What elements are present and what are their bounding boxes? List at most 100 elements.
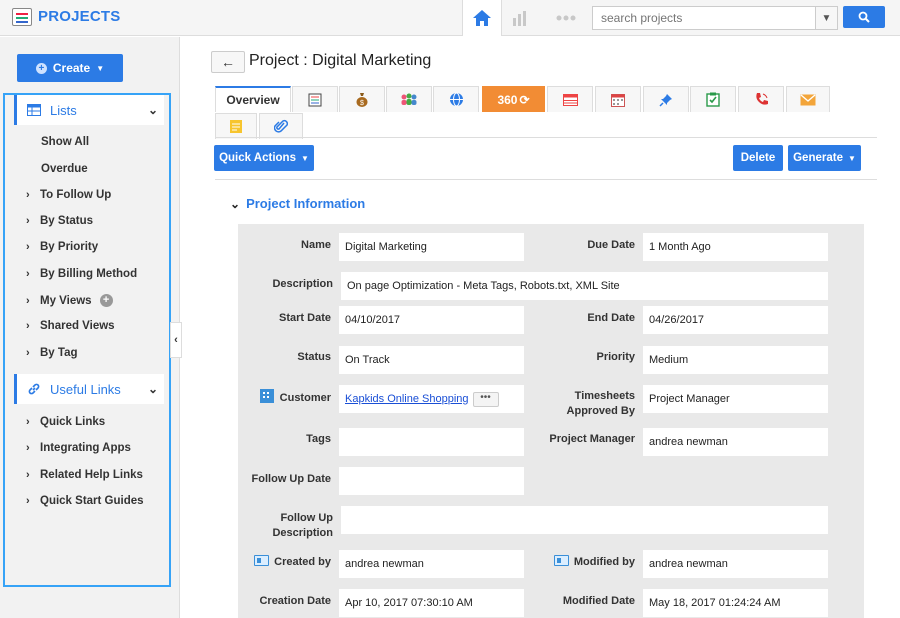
- chevron-down-icon: ⌄: [147, 103, 158, 117]
- list-item-label: Quick Start Guides: [40, 495, 144, 507]
- chevron-right-icon: ›: [26, 189, 30, 201]
- chevron-right-icon: ›: [26, 416, 30, 428]
- tab-people[interactable]: [386, 86, 432, 112]
- bar-chart-icon[interactable]: [512, 10, 530, 26]
- due-date-field[interactable]: 1 Month Ago: [643, 233, 828, 261]
- tab-list[interactable]: [292, 86, 338, 112]
- tab-overview[interactable]: Overview: [215, 86, 291, 112]
- chevron-right-icon: ›: [26, 347, 30, 359]
- list-item-label: By Tag: [40, 347, 78, 359]
- list-item-by-tag[interactable]: › By Tag: [26, 347, 78, 359]
- list-item-shared-views[interactable]: › Shared Views: [26, 320, 115, 332]
- status-label: Status: [297, 351, 331, 363]
- tab-attachment[interactable]: [259, 113, 303, 139]
- globe-icon: [449, 92, 463, 107]
- search-button[interactable]: [843, 6, 885, 28]
- list-item-show-all[interactable]: Show All: [41, 136, 89, 148]
- search-icon: [858, 11, 870, 23]
- list-item-my-views[interactable]: › My Views +: [26, 294, 113, 307]
- list-item-label: Show All: [41, 136, 90, 148]
- follow-up-desc-line1: Follow Up: [280, 512, 333, 524]
- tab-calendar[interactable]: [595, 86, 641, 112]
- delete-button[interactable]: Delete: [733, 145, 783, 171]
- timesheets-approved-label: Timesheets Approved By: [545, 389, 635, 419]
- section-title: Project Information: [246, 196, 366, 211]
- list-item-related-help-links[interactable]: › Related Help Links: [26, 469, 143, 481]
- list-item-overdue[interactable]: Overdue: [41, 163, 88, 175]
- modified-by-field[interactable]: andrea newman: [643, 550, 828, 578]
- list-item-by-billing-method[interactable]: › By Billing Method: [26, 268, 137, 280]
- list-item-label: By Priority: [40, 241, 99, 253]
- customer-label: Customer: [279, 392, 331, 404]
- project-manager-field[interactable]: andrea newman: [643, 428, 828, 456]
- tab-mail[interactable]: [786, 86, 830, 112]
- add-view-icon[interactable]: +: [99, 294, 113, 307]
- timesheets-approved-field[interactable]: Project Manager: [643, 385, 828, 413]
- list-item-by-status[interactable]: › By Status: [26, 215, 93, 227]
- tab-money[interactable]: $: [339, 86, 385, 112]
- chevron-right-icon: ›: [26, 442, 30, 454]
- list-item-quick-links[interactable]: › Quick Links: [26, 416, 105, 428]
- priority-label: Priority: [596, 351, 635, 363]
- modified-by-label-row: Modified by: [545, 555, 635, 570]
- due-date-label: Due Date: [587, 239, 635, 251]
- generate-button[interactable]: Generate ▼: [788, 145, 861, 171]
- home-button[interactable]: [462, 0, 502, 36]
- calendar-icon: [611, 93, 625, 107]
- list-item-integrating-apps[interactable]: › Integrating Apps: [26, 442, 131, 454]
- priority-field[interactable]: Medium: [643, 346, 828, 374]
- start-date-field[interactable]: 04/10/2017: [339, 306, 524, 334]
- tab-phone[interactable]: [738, 86, 784, 112]
- back-button[interactable]: ←: [211, 51, 245, 73]
- id-card-icon: [254, 555, 270, 566]
- search-input[interactable]: [592, 6, 816, 30]
- quick-actions-button[interactable]: Quick Actions ▼: [214, 145, 314, 171]
- attachment-icon: [274, 119, 288, 133]
- description-field[interactable]: On page Optimization - Meta Tags, Robots…: [341, 272, 828, 300]
- customer-label-row: Customer: [245, 389, 331, 406]
- tab-360[interactable]: 360 ⟳: [482, 86, 545, 112]
- tab-table[interactable]: [547, 86, 593, 112]
- list-item-label: Integrating Apps: [40, 442, 131, 454]
- phone-icon: [755, 93, 768, 105]
- created-by-label-row: Created by: [245, 555, 331, 570]
- status-field[interactable]: On Track: [339, 346, 524, 374]
- list-item-quick-start-guides[interactable]: › Quick Start Guides: [26, 495, 144, 507]
- more-options-button[interactable]: •••: [472, 391, 499, 407]
- app-title[interactable]: PROJECTS: [38, 8, 120, 25]
- tags-field[interactable]: [339, 428, 524, 456]
- name-field[interactable]: Digital Marketing: [339, 233, 524, 261]
- chevron-right-icon: ›: [26, 294, 30, 307]
- follow-up-date-field[interactable]: [339, 467, 524, 495]
- tab-pin[interactable]: [643, 86, 689, 112]
- project-info-section-header[interactable]: ⌄ Project Information: [230, 196, 365, 211]
- search-dropdown-button[interactable]: ▼: [816, 6, 838, 30]
- sidebar-collapse-handle[interactable]: ‹: [170, 322, 182, 358]
- list-item-by-priority[interactable]: › By Priority: [26, 241, 98, 253]
- chevron-right-icon: ›: [26, 495, 30, 507]
- home-icon: [473, 10, 491, 26]
- list-item-label: Overdue: [41, 163, 88, 175]
- note-icon: [230, 120, 242, 133]
- useful-links-header[interactable]: Useful Links ⌄: [14, 374, 164, 404]
- created-by-field[interactable]: andrea newman: [339, 550, 524, 578]
- top-bar: PROJECTS ▼: [0, 0, 900, 36]
- customer-link[interactable]: Kapkids Online Shopping: [345, 393, 469, 405]
- list-item-label: Related Help Links: [40, 469, 143, 481]
- follow-up-description-label: Follow Up Description: [245, 511, 333, 541]
- lists-header[interactable]: Lists ⌄: [14, 95, 164, 125]
- tab-note[interactable]: [215, 113, 257, 139]
- follow-up-description-field[interactable]: [341, 506, 828, 534]
- modified-date-field[interactable]: May 18, 2017 01:24:24 AM: [643, 589, 828, 617]
- end-date-field[interactable]: 04/26/2017: [643, 306, 828, 334]
- customer-field: Kapkids Online Shopping •••: [339, 385, 524, 413]
- tab-globe[interactable]: [433, 86, 479, 112]
- list-item-to-follow-up[interactable]: › To Follow Up: [26, 189, 111, 201]
- creation-date-field[interactable]: Apr 10, 2017 07:30:10 AM: [339, 589, 524, 617]
- tab-checklist[interactable]: [690, 86, 736, 112]
- more-dots-icon[interactable]: [556, 15, 576, 21]
- name-label: Name: [301, 239, 331, 251]
- create-label: Create: [52, 61, 91, 75]
- modified-by-label: Modified by: [573, 556, 635, 568]
- create-button[interactable]: + Create ▼: [17, 54, 123, 82]
